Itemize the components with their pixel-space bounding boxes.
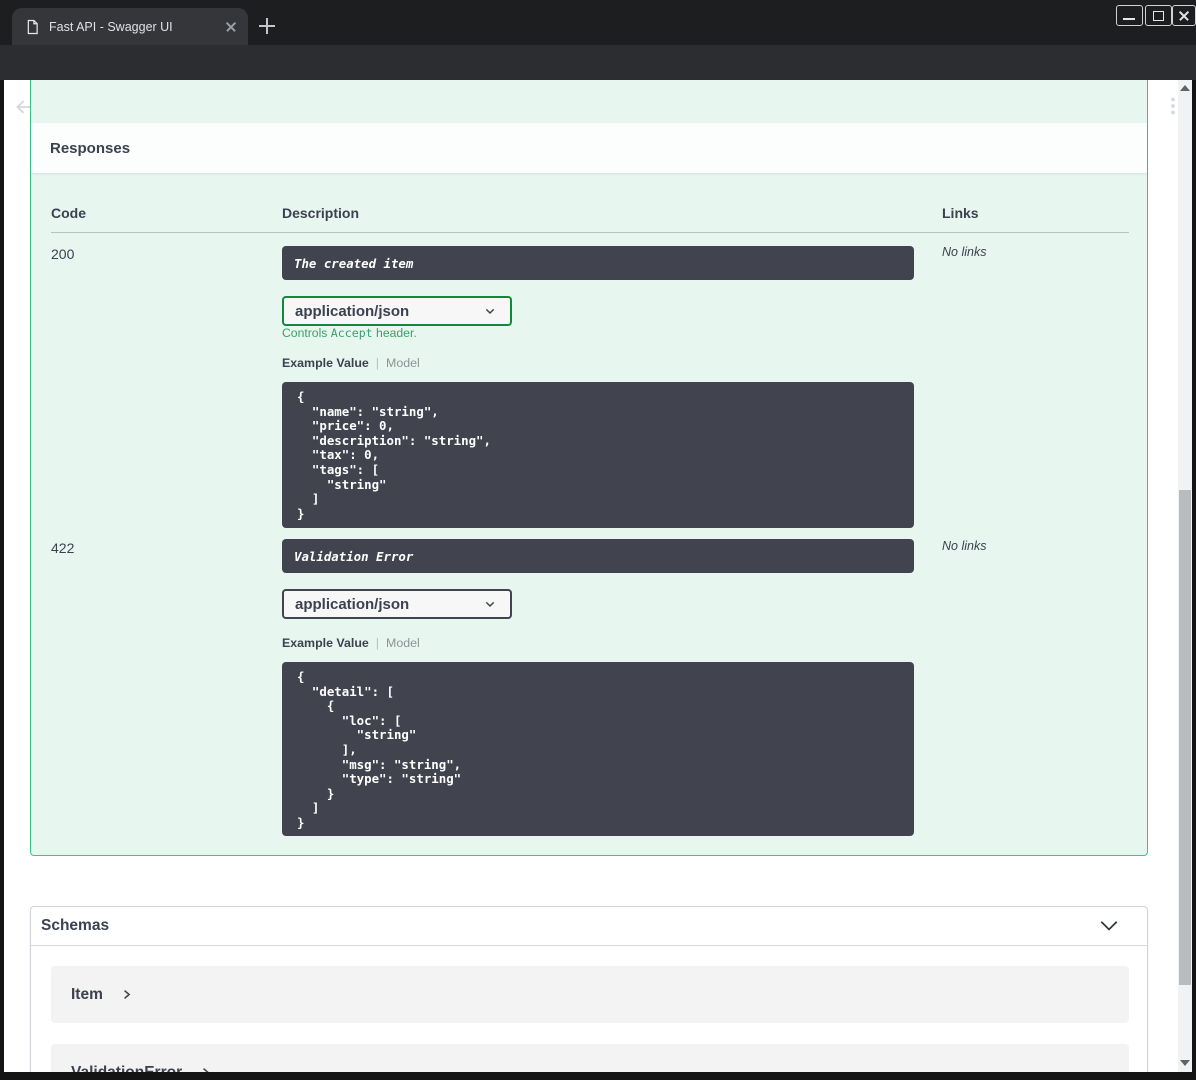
- scrollbar-thumb[interactable]: [1179, 490, 1191, 985]
- chevron-down-icon: [485, 308, 495, 315]
- tab-model[interactable]: Model: [386, 356, 420, 370]
- responses-title: Responses: [50, 139, 131, 157]
- operation-block: Responses Code Description Links 200 No …: [30, 80, 1148, 856]
- schemas-header[interactable]: Schemas: [31, 907, 1147, 946]
- media-type-select-422[interactable]: application/json: [282, 589, 512, 619]
- page-scrollbar[interactable]: [1178, 80, 1192, 1072]
- tab-model[interactable]: Model: [386, 636, 420, 650]
- chevron-down-icon[interactable]: [1097, 917, 1121, 935]
- window-border-right: [1192, 80, 1196, 1080]
- column-header-description: Description: [282, 205, 360, 221]
- tab-example-value[interactable]: Example Value: [282, 636, 369, 650]
- controls-accept-header-note: Controls Accept header.: [282, 326, 417, 340]
- table-header-divider: [51, 232, 1129, 233]
- tab-example-value[interactable]: Example Value: [282, 356, 369, 370]
- window-close-button[interactable]: [1172, 5, 1196, 26]
- page-favicon-icon: [27, 19, 38, 34]
- response-code-200: 200: [51, 246, 75, 262]
- browser-toolbar: 127.0.0.1:8000/docs: [0, 45, 1196, 121]
- response-links-200: No links: [942, 245, 987, 259]
- example-json-422: { "detail": [ { "loc": [ "string" ], "ms…: [282, 662, 914, 836]
- example-json-200: { "name": "string", "price": 0, "descrip…: [282, 382, 914, 528]
- window-maximize-button[interactable]: [1145, 5, 1172, 26]
- response-links-422: No links: [942, 539, 987, 553]
- browser-tab[interactable]: Fast API - Swagger UI: [12, 8, 248, 45]
- browser-titlebar: Fast API - Swagger UI: [0, 0, 1196, 45]
- column-header-code: Code: [51, 205, 86, 221]
- tab-close-icon[interactable]: [222, 18, 240, 36]
- responses-section-header: Responses: [31, 123, 1147, 173]
- example-model-tabs-422: Example Value | Model: [282, 636, 420, 650]
- browser-window: Fast API - Swagger UI 127.0.0.1:8000/doc…: [0, 0, 1196, 1080]
- response-description-422: Validation Error: [282, 539, 914, 573]
- window-minimize-button[interactable]: [1116, 5, 1143, 26]
- media-type-select-200[interactable]: application/json: [282, 296, 512, 326]
- response-code-422: 422: [51, 540, 75, 556]
- response-description-200: The created item: [282, 246, 914, 280]
- tab-title: Fast API - Swagger UI: [49, 19, 173, 34]
- scrollbar-up-arrow-icon[interactable]: [1180, 85, 1190, 91]
- column-header-links: Links: [942, 205, 979, 221]
- scrollbar-down-arrow-icon[interactable]: [1180, 1060, 1190, 1066]
- chevron-right-icon: [123, 990, 131, 999]
- window-border-left: [0, 80, 4, 1080]
- schemas-section: Schemas Item ValidationError: [30, 906, 1148, 1080]
- schemas-title: Schemas: [41, 917, 110, 934]
- model-item[interactable]: Item: [51, 966, 1129, 1023]
- window-border-bottom: [0, 1072, 1196, 1080]
- example-model-tabs-200: Example Value | Model: [282, 356, 420, 370]
- new-tab-button[interactable]: [258, 17, 276, 35]
- chevron-down-icon: [485, 601, 495, 608]
